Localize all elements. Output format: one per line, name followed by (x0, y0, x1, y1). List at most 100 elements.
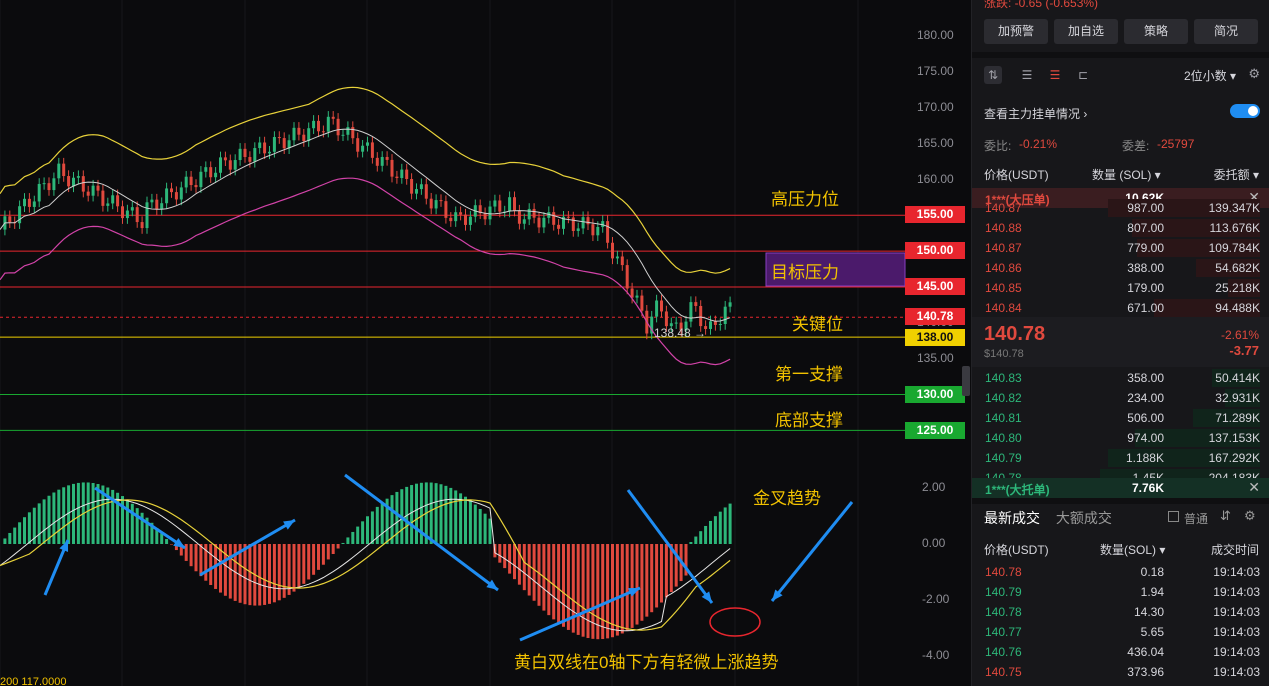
macd-histogram-bar (292, 544, 296, 592)
candle-body (96, 185, 100, 191)
candlestick-chart[interactable] (0, 0, 968, 686)
orderbook-row[interactable]: 140.82 234.00 32.931K (972, 388, 1269, 408)
orderbook-row[interactable]: 140.87 987.00 139.347K (972, 198, 1269, 218)
add-watchlist-button[interactable]: 加自选 (1054, 19, 1118, 44)
candle-body (591, 224, 595, 236)
overview-button[interactable]: 简况 (1194, 19, 1258, 44)
annotation-support-bottom: 底部支撑 (775, 411, 843, 430)
mid-price: 140.78 (984, 323, 1046, 345)
macd-histogram-bar (434, 483, 438, 544)
macd-histogram-bar (76, 482, 80, 544)
candle-body (150, 199, 154, 203)
candle-body (346, 127, 350, 135)
macd-histogram-bar (709, 520, 712, 544)
macd-histogram-bar (718, 511, 722, 544)
candle-body (86, 191, 90, 196)
candle-body (125, 210, 129, 219)
orderbook-row[interactable]: 140.84 671.00 94.488K (972, 298, 1269, 318)
orderbook-row[interactable]: 140.85 179.00 25.218K (972, 278, 1269, 298)
candle-body (145, 202, 149, 229)
macd-histogram-bar (444, 485, 448, 544)
candle-body (184, 176, 188, 188)
chart-area[interactable]: 180.00 175.00 170.00 165.00 160.00 155.00 150.… (0, 0, 968, 686)
candle-body (557, 224, 561, 229)
macd-histogram-bar (307, 544, 311, 580)
ob-header-qty[interactable]: 数量 (SOL) ▾ (1092, 166, 1161, 183)
macd-histogram-bar (52, 492, 56, 544)
big-bid-bar[interactable]: 1***(大托单) 7.76K ✕ (972, 478, 1269, 498)
close-icon[interactable]: ✕ (1248, 479, 1260, 496)
candle-body (32, 201, 36, 207)
decimal-select[interactable]: 2位小数 ▾ (1184, 67, 1236, 84)
price-tag: 145.00 (905, 278, 965, 295)
macd-histogram-bar (13, 527, 17, 544)
candle-body (576, 228, 580, 231)
macd-histogram-bar (37, 503, 41, 544)
orderbook-bids-icon[interactable]: ☰ (1018, 66, 1036, 84)
candle-body (67, 176, 71, 187)
filter-icon[interactable]: ⇵ (1220, 508, 1231, 524)
candle-body (611, 242, 614, 259)
candle-body (165, 188, 169, 204)
candle-body (331, 116, 335, 119)
normal-checkbox[interactable] (1168, 511, 1179, 522)
candle-body (277, 137, 281, 139)
price-tag: 140.78 (905, 308, 965, 325)
candle-body (37, 183, 41, 202)
candle-body (522, 219, 526, 224)
macd-histogram-bar (689, 542, 693, 544)
candle-body (160, 203, 164, 210)
orderbook-row[interactable]: 140.87 779.00 109.784K (972, 238, 1269, 258)
macd-histogram-bar (27, 512, 31, 544)
macd-dif-line (0, 498, 731, 632)
candle-body (312, 120, 316, 129)
diff-label: 委差: (1122, 139, 1150, 153)
add-alert-button[interactable]: 加预警 (984, 19, 1048, 44)
macd-histogram-bar (674, 544, 678, 587)
candle-body (179, 187, 183, 200)
orderbook-row[interactable]: 140.88 807.00 113.676K (972, 218, 1269, 238)
main-orders-toggle[interactable] (1230, 104, 1260, 118)
macd-histogram-bar (645, 544, 649, 617)
ob-header-total[interactable]: 委托额 ▾ (1214, 166, 1259, 183)
candle-body (400, 169, 404, 179)
orderbook-asks-icon[interactable]: ☰ (1046, 66, 1064, 84)
macd-axis-label: 0.00 (922, 536, 946, 550)
orderbook-row[interactable]: 140.80 974.00 137.153K (972, 428, 1269, 448)
strategy-button[interactable]: 策略 (1124, 19, 1188, 44)
trade-row: 140.76 436.04 19:14:03 (985, 645, 1260, 659)
macd-histogram-bar (160, 533, 164, 544)
candle-body (527, 208, 531, 220)
macd-dea-line (0, 499, 731, 631)
tab-large-trades[interactable]: 大额成交 (1056, 510, 1112, 526)
top-strip-change: 涨跌: -0.65 (-0.653%) (984, 0, 1099, 10)
candle-body (483, 213, 487, 220)
orderbook-row[interactable]: 140.81 506.00 71.289K (972, 408, 1269, 428)
macd-histogram-bar (591, 544, 595, 639)
macd-histogram-bar (331, 544, 335, 555)
candle-body (135, 207, 139, 223)
settings-gear-icon[interactable]: ⚙ (1248, 66, 1260, 82)
orderbook-toolbar: ⇅ ☰ ☰ ⊏ 2位小数 ▾ ⚙ (984, 66, 1260, 86)
macd-axis-label: -4.00 (922, 648, 950, 662)
candle-body (282, 138, 286, 149)
main-orders-link[interactable]: 查看主力挂单情况 › (984, 105, 1087, 122)
macd-histogram-bar (586, 544, 590, 639)
orderbook-row[interactable]: 140.86 388.00 54.682K (972, 258, 1269, 278)
candle-body (170, 188, 173, 193)
tab-latest-trades[interactable]: 最新成交 (984, 510, 1040, 526)
candle-body (253, 148, 257, 162)
macd-histogram-bar (655, 544, 659, 608)
trend-arrow (770, 501, 854, 602)
divider (972, 498, 1269, 504)
panel-resize-handle[interactable] (962, 366, 970, 396)
macd-histogram-bar (498, 544, 502, 563)
orderbook-both-icon[interactable]: ⇅ (984, 66, 1002, 84)
orderbook-row[interactable]: 140.79 1.188K 167.292K (972, 448, 1269, 468)
trade-header-qty[interactable]: 数量(SOL) ▾ (1100, 541, 1165, 558)
orderbook-depth-icon[interactable]: ⊏ (1074, 66, 1092, 84)
trade-settings-gear-icon[interactable]: ⚙ (1244, 508, 1256, 524)
macd-histogram-bar (522, 544, 526, 591)
orderbook-row[interactable]: 140.83 358.00 50.414K (972, 368, 1269, 388)
candle-body (121, 206, 124, 219)
